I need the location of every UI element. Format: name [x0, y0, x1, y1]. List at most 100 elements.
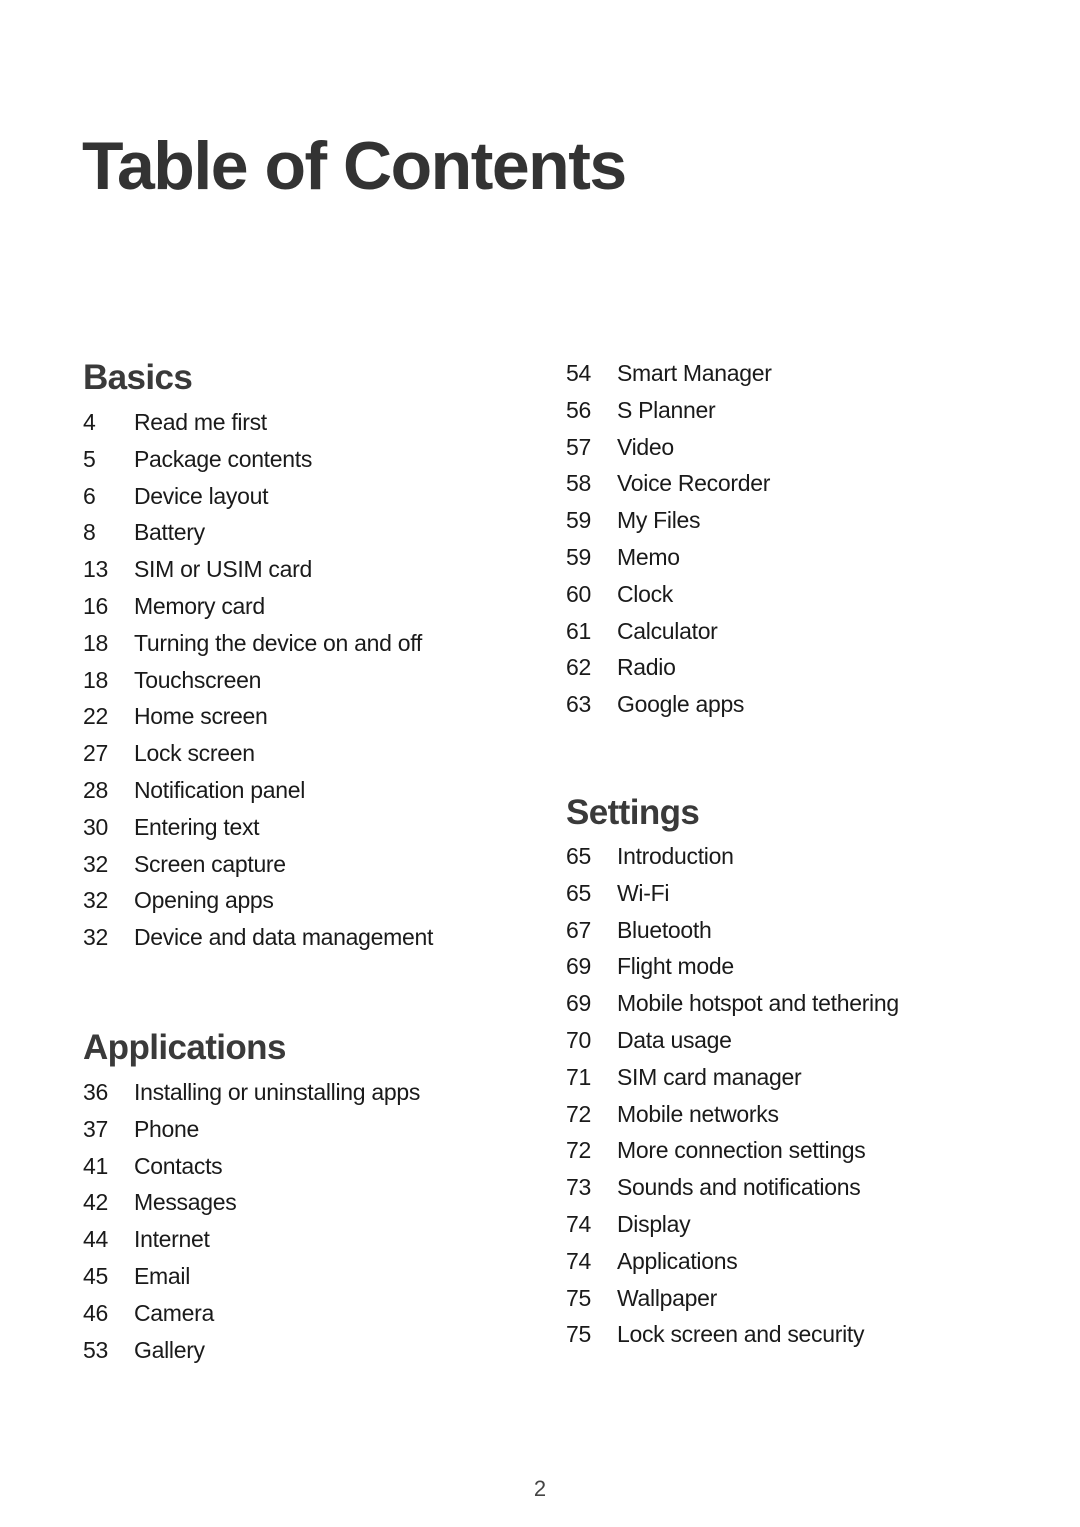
toc-entry-label: Screen capture	[134, 850, 286, 877]
toc-entry-label: Read me first	[134, 409, 267, 435]
toc-page-number: 75	[566, 1284, 591, 1311]
toc-entry[interactable]: 44 Internet	[83, 1221, 420, 1258]
toc-entry[interactable]: 22 Home screen	[83, 698, 433, 735]
toc-entry-label: Introduction	[617, 843, 734, 869]
toc-page-number: 75	[566, 1321, 591, 1348]
toc-entry[interactable]: 75 Lock screen and security	[566, 1316, 899, 1353]
toc-page-number: 45	[83, 1262, 108, 1289]
toc-entry[interactable]: 70 Data usage	[566, 1022, 899, 1059]
toc-page-number: 62	[566, 654, 591, 681]
toc-entry[interactable]: 63 Google apps	[566, 686, 772, 723]
toc-entry[interactable]: 32 Screen capture	[83, 846, 433, 883]
toc-entry-label: Entering text	[134, 813, 260, 840]
toc-entry[interactable]: 61 Calculator	[566, 613, 772, 650]
toc-page-number: 65	[566, 879, 591, 906]
toc-entry[interactable]: 57 Video	[566, 429, 772, 466]
toc-entry[interactable]: 13 SIM or USIM card	[83, 551, 433, 588]
toc-entry[interactable]: 32 Opening apps	[83, 882, 433, 919]
toc-entry-label: Touchscreen	[134, 666, 262, 693]
toc-page-number: 69	[566, 953, 591, 980]
toc-entry-label: Memory card	[134, 592, 265, 619]
section-settings: Settings 65 Introduction 65 Wi-Fi 67 Bluetoot…	[566, 791, 899, 1353]
toc-page-number: 4	[83, 409, 96, 435]
toc-entry[interactable]: 67 Bluetooth	[566, 912, 899, 949]
section-heading-basics: Basics	[83, 358, 193, 397]
toc-entry-label: Video	[617, 433, 674, 460]
section-basics: Basics 4 Read me first 5 Package contents 6 D…	[83, 356, 433, 956]
toc-entry-label: Voice Recorder	[617, 470, 771, 497]
toc-entry[interactable]: 16 Memory card	[83, 588, 433, 625]
page-number: 2	[533, 1476, 547, 1501]
toc-entry-label: Applications	[617, 1247, 738, 1274]
toc-entry-label: Home screen	[134, 703, 268, 730]
toc-page-number: 53	[83, 1336, 108, 1363]
toc-page-number: 56	[566, 396, 591, 423]
toc-entry[interactable]: 53 Gallery	[83, 1332, 420, 1369]
toc-page-number: 70	[566, 1026, 591, 1053]
toc-entry-label: Clock	[617, 580, 674, 607]
toc-entry-label: Camera	[134, 1299, 215, 1326]
toc-page-number: 74	[566, 1210, 591, 1237]
toc-entry[interactable]: 18 Turning the device on and off	[83, 625, 433, 662]
toc-entry[interactable]: 18 Touchscreen	[83, 662, 433, 699]
toc-entry-label: Mobile networks	[617, 1100, 779, 1127]
toc-entry-label: Lock screen and security	[617, 1321, 865, 1348]
toc-page-number: 72	[566, 1100, 591, 1127]
toc-entry[interactable]: 36 Installing or uninstalling apps	[83, 1074, 420, 1111]
toc-entry[interactable]: 27 Lock screen	[83, 735, 433, 772]
toc-entry[interactable]: 62 Radio	[566, 649, 772, 686]
toc-page-number: 16	[83, 592, 108, 619]
toc-page-number: 69	[566, 990, 591, 1017]
toc-entry[interactable]: 5 Package contents	[83, 441, 433, 478]
toc-page-number: 58	[566, 470, 591, 497]
toc-entry-label: Wi-Fi	[617, 879, 670, 906]
toc-page-number: 30	[83, 813, 108, 840]
toc-page-number: 74	[566, 1247, 591, 1274]
toc-entry[interactable]: 28 Notification panel	[83, 772, 433, 809]
toc-entry-label: Lock screen	[134, 740, 255, 767]
toc-entry[interactable]: 46 Camera	[83, 1295, 420, 1332]
toc-entry[interactable]: 59 Memo	[566, 539, 772, 576]
toc-entry-label: S Planner	[617, 396, 716, 423]
toc-entry[interactable]: 30 Entering text	[83, 809, 433, 846]
toc-entry[interactable]: 54 Smart Manager	[566, 355, 772, 392]
toc-entry[interactable]: 8 Battery	[83, 514, 433, 551]
toc-entry[interactable]: 72 More connection settings	[566, 1132, 899, 1169]
toc-entry[interactable]: 58 Voice Recorder	[566, 465, 772, 502]
toc-entry[interactable]: 6 Device layout	[83, 478, 433, 515]
toc-entry[interactable]: 32 Device and data management	[83, 919, 433, 956]
toc-page-number: 67	[566, 916, 591, 943]
toc-page-number: 28	[83, 776, 108, 803]
toc-entry[interactable]: 42 Messages	[83, 1184, 420, 1221]
toc-entry[interactable]: 69 Flight mode	[566, 948, 899, 985]
toc-page-number: 63	[566, 691, 591, 718]
toc-page-number: 18	[83, 666, 108, 693]
toc-entry[interactable]: 73 Sounds and notifications	[566, 1169, 899, 1206]
toc-entry[interactable]: 69 Mobile hotspot and tethering	[566, 985, 899, 1022]
toc-entry-label: Gallery	[134, 1336, 205, 1363]
toc-entry[interactable]: 60 Clock	[566, 576, 772, 613]
toc-entry[interactable]: 74 Applications	[566, 1243, 899, 1280]
toc-entry[interactable]: 41 Contacts	[83, 1148, 420, 1185]
toc-entry[interactable]: 65 Wi-Fi	[566, 875, 899, 912]
toc-entry[interactable]: 4 Read me first	[83, 404, 433, 441]
toc-entry-label: Device and data management	[134, 924, 434, 951]
toc-page-number: 13	[83, 556, 108, 583]
toc-entry[interactable]: 65 Introduction	[566, 838, 899, 875]
toc-entry[interactable]: 56 S Planner	[566, 392, 772, 429]
toc-page-number: 46	[83, 1299, 108, 1326]
toc-entry[interactable]: 45 Email	[83, 1258, 420, 1295]
toc-page-number: 32	[83, 887, 108, 914]
toc-page-number: 54	[566, 360, 591, 386]
toc-entry[interactable]: 74 Display	[566, 1206, 899, 1243]
toc-entry-label: Battery	[134, 519, 205, 546]
toc-entry-label: Messages	[134, 1189, 237, 1216]
toc-entry[interactable]: 59 My Files	[566, 502, 772, 539]
toc-entry[interactable]: 71 SIM card manager	[566, 1059, 899, 1096]
toc-page-number: 59	[566, 507, 591, 534]
toc-entry[interactable]: 37 Phone	[83, 1111, 420, 1148]
toc-page-number: 37	[83, 1115, 108, 1142]
toc-page-number: 27	[83, 740, 108, 767]
toc-entry[interactable]: 72 Mobile networks	[566, 1096, 899, 1133]
toc-entry[interactable]: 75 Wallpaper	[566, 1280, 899, 1317]
